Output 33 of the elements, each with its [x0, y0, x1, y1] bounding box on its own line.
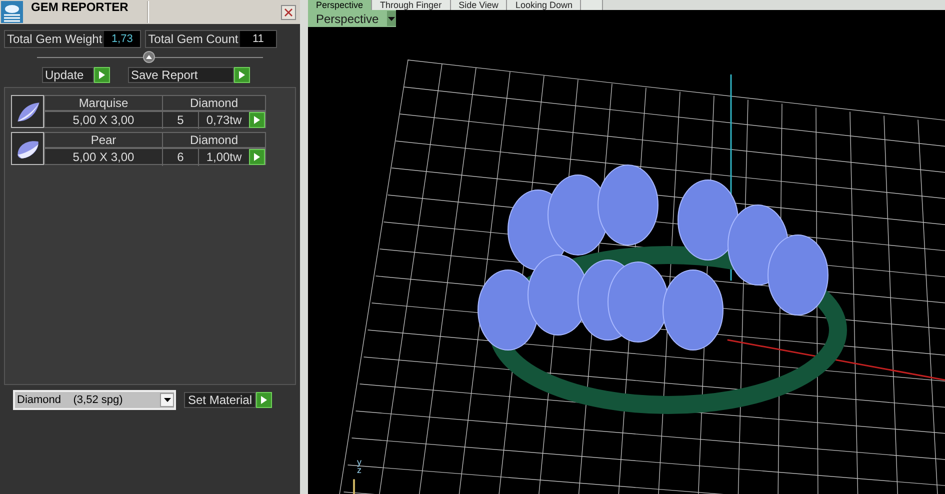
collapse-handle[interactable]	[143, 51, 155, 63]
axis-label: z	[357, 466, 362, 474]
total-label: Total Gem Count	[146, 31, 240, 47]
total-value: 11	[240, 31, 276, 47]
material-name: Diamond	[188, 96, 240, 110]
view-tab[interactable]: Looking Down	[507, 0, 582, 10]
axis-label: y	[357, 458, 362, 466]
total-value: 1,73	[104, 31, 140, 47]
close-icon[interactable]	[284, 8, 293, 16]
play-icon[interactable]	[249, 112, 265, 128]
update-button[interactable]: Update	[42, 67, 94, 83]
set-material-button[interactable]: Set Material	[184, 392, 256, 408]
gem-count: 5	[163, 110, 199, 128]
gem-size: 5,00 X 3,00	[45, 110, 163, 128]
material-name: Diamond	[188, 133, 240, 147]
play-icon[interactable]	[256, 392, 272, 408]
material-dropdown[interactable]: Diamond (3,52 spg)	[13, 390, 176, 410]
save-report-button[interactable]: Save Report	[128, 67, 234, 83]
shape-name: Pear	[45, 133, 163, 147]
view-mode-label: Perspective	[315, 10, 380, 28]
view-tab[interactable]: Through Finger	[372, 0, 451, 10]
window-title: GEM REPORTER	[31, 0, 130, 16]
gem-weight: 1,00tw	[205, 148, 243, 166]
gem-size: 5,00 X 3,00	[45, 148, 163, 166]
close-button[interactable]	[281, 4, 296, 20]
total-label: Total Gem Weight	[5, 31, 104, 47]
view-tab[interactable]: Side View	[450, 0, 508, 10]
view-tab[interactable]: Perspective	[308, 0, 372, 10]
gem-weight: 0,73tw	[205, 112, 243, 128]
app-icon	[1, 1, 23, 23]
gem-count: 6	[163, 148, 199, 166]
shape-name: Marquise	[45, 96, 163, 110]
play-icon[interactable]	[249, 148, 265, 164]
